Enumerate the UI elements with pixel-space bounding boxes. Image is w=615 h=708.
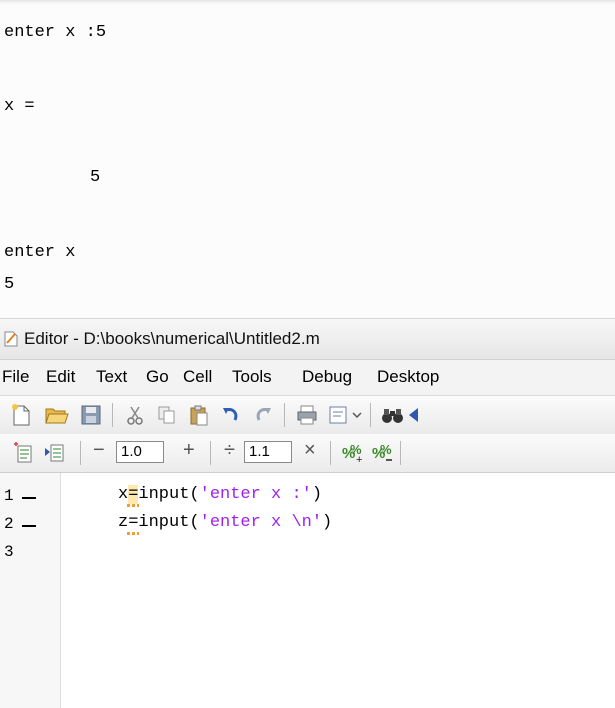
- cell-toolbar: − 1.0 + ÷ 1.1 × %% + %%: [0, 434, 615, 473]
- svg-text:%: %: [380, 442, 392, 457]
- back-arrow-icon[interactable]: [406, 402, 420, 428]
- breakpoint-dash[interactable]: [22, 525, 36, 527]
- command-output-line: enter x: [4, 243, 76, 262]
- line-number: 2: [4, 515, 14, 533]
- toolbar-separator: [80, 441, 81, 465]
- divide-button[interactable]: ÷: [224, 439, 235, 462]
- editor-window: Editor - D:\books\numerical\Untitled2.m …: [0, 318, 615, 708]
- command-output-line: enter x :5: [4, 23, 107, 42]
- chevron-down-icon[interactable]: [350, 402, 364, 428]
- menu-file[interactable]: File: [2, 367, 29, 387]
- menu-edit[interactable]: Edit: [46, 367, 75, 387]
- line-number: 1: [4, 487, 14, 505]
- toolbar-separator: [210, 441, 211, 465]
- code-line[interactable]: z=input('enter x \n'): [118, 513, 332, 532]
- increment-value-field[interactable]: 1.0: [116, 441, 164, 463]
- find-binoculars-icon[interactable]: [380, 402, 406, 428]
- editor-document-icon: [4, 331, 18, 347]
- code-function: input(: [138, 485, 200, 504]
- command-output-line: x =: [4, 97, 35, 116]
- open-folder-icon[interactable]: [44, 402, 70, 428]
- comment-remove-icon[interactable]: %%: [370, 440, 396, 466]
- print-icon[interactable]: [294, 402, 320, 428]
- code-string: 'enter x :': [199, 485, 312, 504]
- toolbar-separator: [330, 441, 331, 465]
- command-window[interactable]: enter x :5 x = 5 enter x 5: [0, 0, 615, 318]
- function-browser-icon[interactable]: [326, 402, 352, 428]
- code-variable: x: [118, 485, 129, 504]
- save-icon[interactable]: [78, 402, 104, 428]
- code-paren: ): [322, 513, 333, 532]
- run-cell-icon[interactable]: [42, 440, 68, 466]
- menu-tools[interactable]: Tools: [232, 367, 272, 387]
- line-number-gutter: 1 2 3: [0, 473, 61, 708]
- multiply-button[interactable]: ×: [304, 439, 316, 462]
- assignment-warning[interactable]: =: [128, 485, 139, 504]
- breakpoint-dash[interactable]: [22, 497, 36, 499]
- menu-cell[interactable]: Cell: [183, 367, 212, 387]
- menu-go[interactable]: Go: [146, 367, 169, 387]
- command-output-value: 5: [4, 275, 15, 294]
- copy-icon[interactable]: [154, 402, 180, 428]
- code-variable: z: [118, 513, 129, 532]
- divide-value-field[interactable]: 1.1: [244, 441, 292, 463]
- decrement-button[interactable]: −: [93, 439, 105, 462]
- new-file-icon[interactable]: [8, 402, 34, 428]
- svg-text:+: +: [356, 454, 362, 464]
- command-output-value: 5: [90, 168, 101, 187]
- assignment-warning[interactable]: =: [128, 513, 138, 532]
- code-function: input(: [138, 513, 200, 532]
- comment-add-icon[interactable]: %% +: [340, 440, 366, 466]
- code-paren: ): [311, 485, 323, 504]
- code-editor[interactable]: 1 2 3 x=input('enter x :') z=input('ente…: [0, 473, 615, 708]
- undo-icon[interactable]: [218, 402, 244, 428]
- increment-button[interactable]: +: [183, 439, 195, 462]
- paste-icon[interactable]: [186, 402, 212, 428]
- toolbar-separator: [400, 441, 401, 465]
- code-string: 'enter x \n': [199, 513, 323, 532]
- code-line[interactable]: x=input('enter x :'): [118, 485, 322, 504]
- cut-icon[interactable]: [122, 402, 148, 428]
- redo-icon[interactable]: [250, 402, 276, 428]
- toolbar-separator: [370, 403, 371, 427]
- menu-text[interactable]: Text: [96, 367, 127, 387]
- main-toolbar: [0, 395, 615, 435]
- menu-desktop[interactable]: Desktop: [377, 367, 439, 387]
- toolbar-separator: [284, 403, 285, 427]
- line-number: 3: [4, 543, 14, 561]
- menu-bar: File Edit Text Go Cell Tools Debug Deskt…: [0, 360, 615, 394]
- menu-debug[interactable]: Debug: [302, 367, 352, 387]
- editor-title-bar[interactable]: Editor - D:\books\numerical\Untitled2.m: [0, 319, 615, 360]
- insert-cell-icon[interactable]: [10, 440, 36, 466]
- editor-title: Editor - D:\books\numerical\Untitled2.m: [24, 329, 320, 348]
- toolbar-separator: [112, 403, 113, 427]
